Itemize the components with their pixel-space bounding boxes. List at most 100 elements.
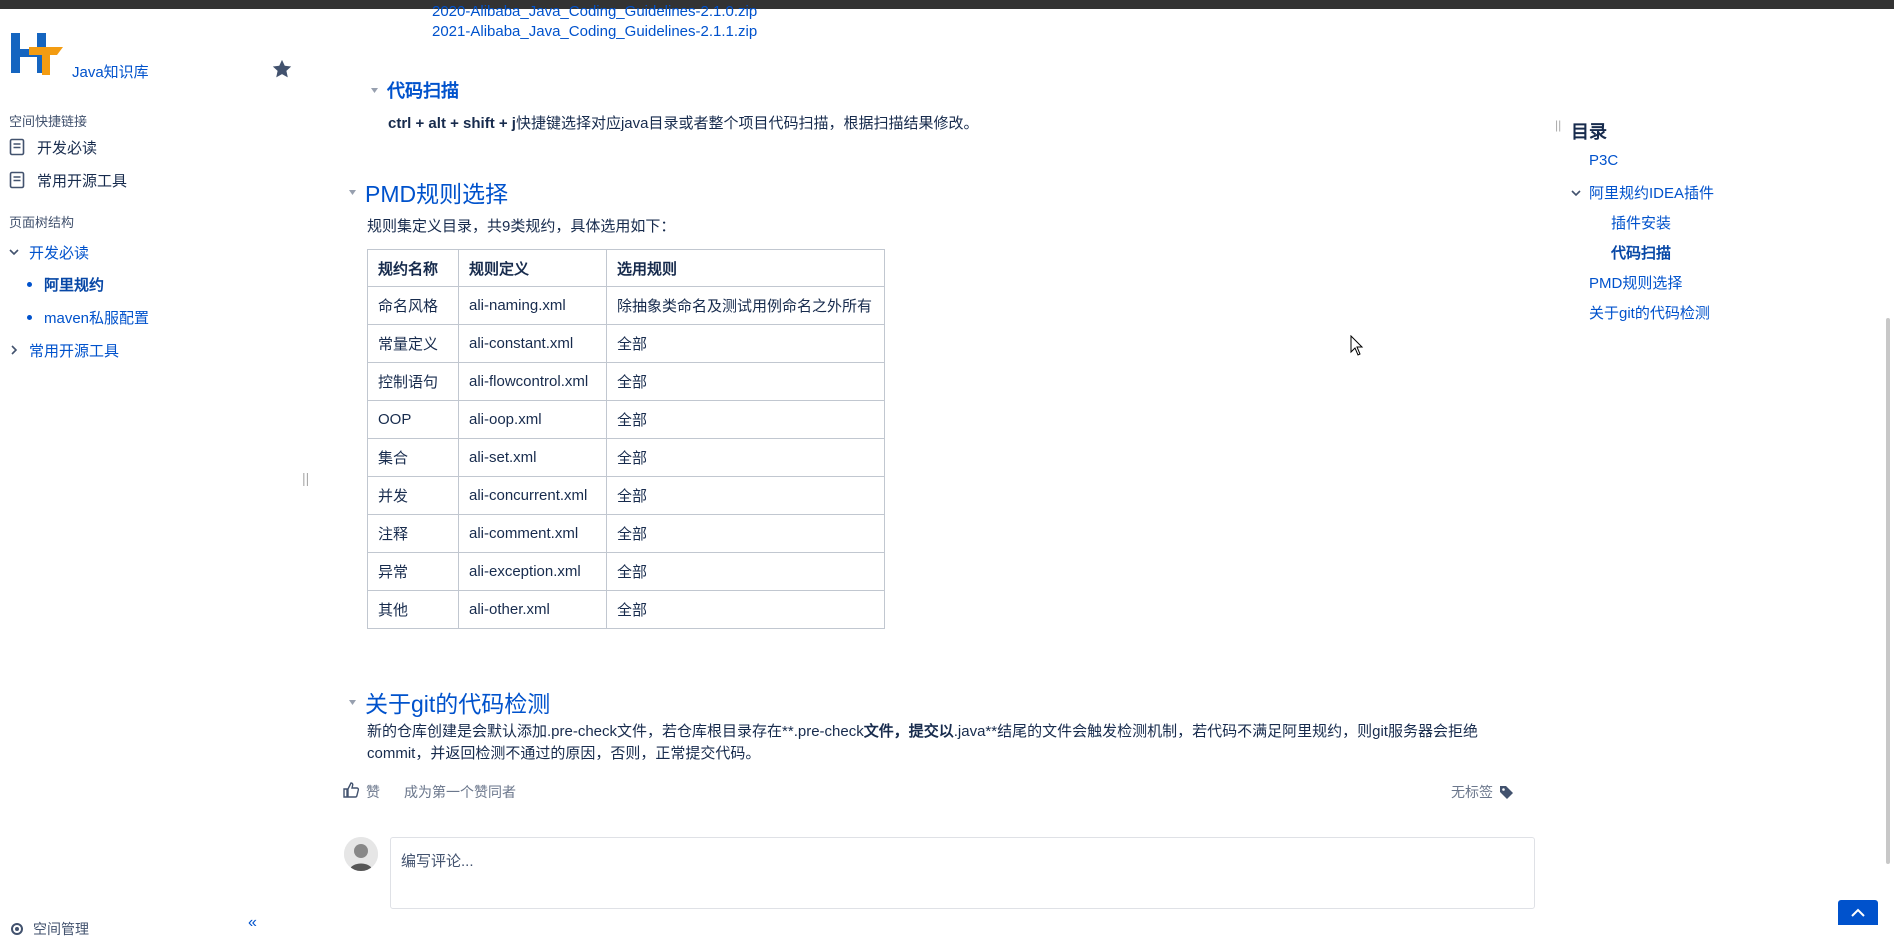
toc-item-pmd-rules[interactable]: PMD规则选择	[1589, 272, 1682, 293]
space-settings-label: 空间管理	[33, 921, 89, 937]
table-cell: OOP	[367, 400, 459, 439]
tree-item-dev-read[interactable]: 开发必读	[7, 239, 89, 265]
pmd-intro-paragraph: 规则集定义目录，共9类规约，具体选用如下：	[367, 218, 676, 235]
tree-item-open-source[interactable]: 常用开源工具	[7, 337, 119, 363]
table-header-cell: 规则定义	[458, 249, 607, 287]
tree-item-label: maven私服配置	[44, 309, 150, 327]
quick-link-open-source[interactable]: 常用开源工具	[9, 166, 127, 194]
thumbs-up-icon[interactable]	[342, 781, 360, 799]
heading-text: 代码扫描	[387, 81, 459, 101]
heading-git-check: 关于git的代码检测	[348, 685, 550, 719]
table-cell: 全部	[606, 476, 885, 515]
table-cell: ali-constant.xml	[458, 324, 607, 363]
tree-item-label: 阿里规约	[44, 276, 105, 294]
bullet-icon	[27, 314, 32, 320]
caret-down-icon[interactable]	[370, 86, 379, 95]
table-cell: 注释	[367, 514, 459, 553]
table-cell: 全部	[606, 514, 885, 553]
like-button[interactable]: 赞	[366, 782, 380, 802]
table-cell: ali-concurrent.xml	[458, 476, 607, 515]
git-text: commit，并返回检测不通过的原因，否则，正常提交代码。	[367, 745, 761, 762]
table-cell: 常量定义	[367, 324, 459, 363]
table-header-cell: 规约名称	[367, 249, 459, 287]
toc-item-idea-plugin[interactable]: 阿里规约IDEA插件	[1569, 182, 1714, 203]
quick-links-title: 空间快捷链接	[9, 114, 88, 129]
chevron-down-icon[interactable]	[7, 245, 21, 259]
shortcut-keys: ctrl + alt + shift + j	[388, 115, 516, 132]
table-cell: 集合	[367, 438, 459, 477]
table-row: 并发 ali-concurrent.xml 全部	[367, 476, 885, 515]
table-header-cell: 选用规则	[606, 249, 885, 287]
labels-area[interactable]: 无标签	[1451, 782, 1514, 802]
tree-item-ali-guidelines[interactable]: 阿里规约	[27, 271, 104, 297]
table-row: 注释 ali-comment.xml 全部	[367, 514, 885, 553]
tag-icon[interactable]	[1499, 785, 1514, 800]
table-cell: ali-set.xml	[458, 438, 607, 477]
toc-item-label: 阿里规约IDEA插件	[1589, 185, 1715, 202]
tree-item-label: 开发必读	[29, 244, 90, 262]
table-cell: ali-exception.xml	[458, 552, 607, 591]
table-row: 命名风格 ali-naming.xml 除抽象类命名及测试用例命名之外所有	[367, 286, 885, 325]
toc-resize-handle[interactable]: ||	[1555, 118, 1561, 132]
caret-down-icon[interactable]	[348, 698, 357, 707]
toc-item-git-check[interactable]: 关于git的代码检测	[1589, 302, 1710, 323]
table-row: 集合 ali-set.xml 全部	[367, 438, 885, 477]
heading-text: PMD规则选择	[365, 181, 509, 207]
table-cell: ali-oop.xml	[458, 400, 607, 439]
page-scrollbar[interactable]	[1886, 318, 1890, 864]
collapse-sidebar-icon[interactable]: «	[248, 914, 257, 932]
table-cell: ali-comment.xml	[458, 514, 607, 553]
page-tree-title: 页面树结构	[9, 215, 75, 230]
comment-placeholder: 编写评论...	[401, 853, 474, 870]
like-first-text: 成为第一个赞同者	[404, 784, 516, 800]
page-content: 2020-Alibaba_Java_Coding_Guidelines-2.1.…	[340, 3, 1540, 925]
toc-item-plugin-install[interactable]: 插件安装	[1611, 212, 1671, 233]
table-cell: 全部	[606, 590, 885, 629]
star-icon[interactable]	[271, 58, 293, 80]
table-row: 其他 ali-other.xml 全部	[367, 590, 885, 629]
back-to-top-button[interactable]	[1838, 900, 1878, 925]
table-cell: ali-other.xml	[458, 590, 607, 629]
code-scan-paragraph: ctrl + alt + shift + j快捷键选择对应java目录或者整个项…	[388, 113, 979, 135]
table-cell: 全部	[606, 400, 885, 439]
page-icon	[9, 171, 25, 189]
space-logo-icon[interactable]	[9, 27, 65, 79]
attachment-link[interactable]: 2021-Alibaba_Java_Coding_Guidelines-2.1.…	[432, 23, 757, 40]
git-check-paragraph: 新的仓库创建是会默认添加.pre-check文件，若仓库根目录存在**.pre-…	[367, 721, 1537, 765]
space-name-link[interactable]: Java知识库	[72, 61, 149, 82]
space-header: Java知识库	[9, 27, 299, 87]
quick-link-label: 常用开源工具	[37, 172, 128, 190]
toc-item-code-scan[interactable]: 代码扫描	[1611, 242, 1671, 263]
table-row: OOP ali-oop.xml 全部	[367, 400, 885, 439]
space-settings-link[interactable]: 空间管理	[9, 919, 89, 939]
tree-item-maven-config[interactable]: maven私服配置	[27, 304, 149, 330]
git-text-bold: 文件，提交以	[863, 723, 954, 740]
table-cell: 其他	[367, 590, 459, 629]
table-header-row: 规约名称 规则定义 选用规则	[367, 249, 885, 287]
bullet-icon	[27, 281, 32, 287]
top-bar	[0, 0, 1894, 9]
table-cell: ali-naming.xml	[458, 286, 607, 325]
quick-link-label: 开发必读	[37, 139, 98, 157]
no-labels-text: 无标签	[1451, 784, 1493, 800]
caret-down-icon[interactable]	[348, 188, 357, 197]
user-avatar-icon	[344, 837, 378, 871]
attachment-link[interactable]: 2020-Alibaba_Java_Coding_Guidelines-2.1.…	[432, 3, 757, 20]
table-cell: 全部	[606, 362, 885, 401]
table-cell: 控制语句	[367, 362, 459, 401]
chevron-down-icon[interactable]	[1569, 186, 1583, 200]
toc-item-p3c[interactable]: P3C	[1589, 152, 1618, 169]
table-cell: 全部	[606, 438, 885, 477]
table-row: 常量定义 ali-constant.xml 全部	[367, 324, 885, 363]
mouse-cursor-icon	[1350, 335, 1364, 356]
table-cell: 异常	[367, 552, 459, 591]
chevron-right-icon[interactable]	[7, 343, 21, 357]
heading-pmd-rules: PMD规则选择	[348, 175, 508, 209]
sidebar-resize-handle[interactable]: ||	[302, 470, 309, 486]
comment-input[interactable]: 编写评论...	[390, 837, 1535, 909]
table-cell: 并发	[367, 476, 459, 515]
page-icon	[9, 138, 25, 156]
quick-link-dev-read[interactable]: 开发必读	[9, 133, 97, 161]
gear-icon	[11, 923, 23, 935]
pmd-rules-table: 规约名称 规则定义 选用规则 命名风格 ali-naming.xml 除抽象类命名及…	[367, 249, 885, 629]
